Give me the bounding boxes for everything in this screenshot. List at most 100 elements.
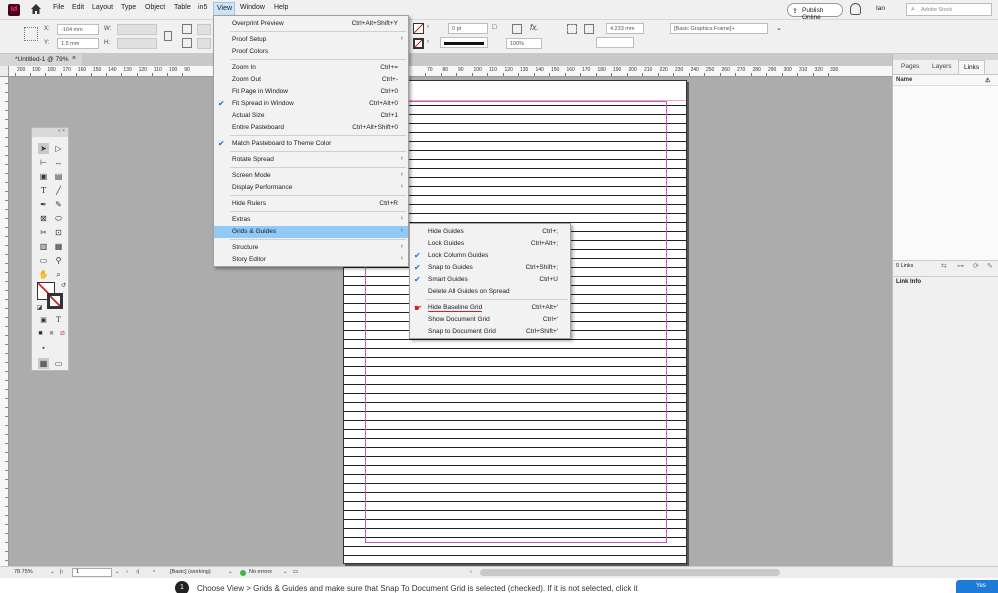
corner-options-icon[interactable] [567,24,577,34]
view-menu-item-overprint-preview[interactable]: Overprint Preview Ctrl+Alt+Shift+Y [214,18,408,30]
grids-menu-item-delete-all-guides-on-spread[interactable]: Delete All Guides on Spread [410,286,570,298]
tab-links[interactable]: Links [958,60,986,74]
gap-tool-icon[interactable]: ↔ [53,157,64,168]
grids-menu-item-snap-to-guides[interactable]: ✔ Snap to Guides Ctrl+Shift+; [410,262,570,274]
selection-tool-icon[interactable]: ➤ [38,143,49,154]
view-menu-item-screen-mode[interactable]: Screen Mode › [214,170,408,182]
view-menu-item-hide-rulers[interactable]: Hide Rulers Ctrl+R [214,198,408,210]
grids-menu-item-show-document-grid[interactable]: Show Document Grid Ctrl+' [410,314,570,326]
page-tool-icon[interactable]: ⊢ [38,157,49,168]
home-icon[interactable] [30,3,42,15]
scale-y-field[interactable] [197,38,211,49]
view-menu-item-story-editor[interactable]: Story Editor › [214,254,408,266]
menu-object[interactable]: Object [145,4,165,11]
reference-point-icon[interactable] [24,27,38,41]
direct-selection-tool-icon[interactable]: ▷ [53,143,64,154]
content-placer-icon[interactable]: ▤ [53,171,64,182]
grids-menu-item-hide-baseline-grid[interactable]: ☛ Hide Baseline Grid Ctrl+Alt+' [410,302,570,314]
stroke-dropdown-icon[interactable]: › [427,39,429,45]
ellipse-tool-icon[interactable]: ⬭ [53,213,64,224]
links-column-header[interactable]: Name ⚠ [893,74,998,86]
content-collector-icon[interactable]: ▣ [38,171,49,182]
y-field[interactable]: 1.5 mm [57,38,99,49]
line-tool-icon[interactable]: ╱ [53,185,64,196]
normal-view-icon[interactable]: ▦ [38,358,49,369]
width-field[interactable] [117,24,157,35]
stroke-type-select[interactable] [440,37,488,48]
gradient-feather-tool-icon[interactable]: ▦ [53,241,64,252]
hand-tool-icon[interactable]: ✋ [38,269,49,280]
page-dropdown-icon[interactable]: ⌄ [115,569,120,575]
menu-type[interactable]: Type [121,4,136,11]
grids-menu-item-smart-guides[interactable]: ✔ Smart Guides Ctrl+U [410,274,570,286]
frame-icon[interactable] [512,24,522,34]
view-menu-item-proof-setup[interactable]: Proof Setup › [214,34,408,46]
fill-dropdown-icon[interactable]: › [427,24,429,30]
view-menu-item-zoom-out[interactable]: Zoom Out Ctrl+- [214,74,408,86]
default-colors-icon[interactable]: ◪ [34,303,45,314]
pen-tool-icon[interactable]: ✒ [38,199,49,210]
view-menu-item-structure[interactable]: Structure › [214,242,408,254]
free-transform-tool-icon[interactable]: ⊡ [53,227,64,238]
corner-size-field[interactable]: 4.233 mm [606,23,644,34]
errors-dropdown-icon[interactable]: ⌄ [283,569,288,575]
view-menu-item-actual-size[interactable]: Actual Size Ctrl+1 [214,110,408,122]
adobe-stock-search[interactable]: ⌕ Adobe Stock [906,3,992,16]
eyedropper-tool-icon[interactable]: ⚲ [53,255,64,266]
view-menu-item-entire-pasteboard[interactable]: Entire Pasteboard Ctrl+Alt+Shift+0 [214,122,408,134]
view-menu-item-match-pasteboard-to-theme-color[interactable]: ✔ Match Pasteboard to Theme Color [214,138,408,150]
zoom-dropdown-icon[interactable]: ⌄ [50,569,55,575]
type-tool-icon[interactable]: T [38,185,49,196]
lightbulb-icon[interactable] [850,3,861,15]
menu-window[interactable]: Window [240,4,265,11]
horizontal-scrollbar[interactable] [480,569,780,576]
link-info-header[interactable]: Link Info [893,276,998,288]
stroke-swatch-icon[interactable] [413,38,424,49]
menu-table[interactable]: Table [174,4,191,11]
tab-layers[interactable]: Layers [927,60,957,74]
scale-x-icon[interactable] [182,24,192,34]
chevron-down-icon[interactable]: ⌄ [776,24,786,34]
next-page-icon[interactable]: › [126,569,128,575]
drop-shadow-icon[interactable]: □ [492,24,502,34]
apply-gradient-icon[interactable]: ■ [46,328,57,339]
ruler-origin[interactable] [0,66,9,77]
goto-link-icon[interactable]: ⊶ [957,262,964,270]
update-link-icon[interactable]: ⟳ [973,262,979,270]
fill-swatch-icon[interactable] [413,23,424,34]
screen-mode-icon[interactable]: ▪ [38,343,49,354]
view-menu-item-fit-spread-in-window[interactable]: ✔ Fit Spread in Window Ctrl+Alt+0 [214,98,408,110]
formatting-container-icon[interactable]: ▣ [38,315,49,326]
open-page-icon[interactable]: ◔ [152,569,155,575]
menu-layout[interactable]: Layout [92,4,113,11]
view-menu-item-rotate-spread[interactable]: Rotate Spread › [214,154,408,166]
scroll-left-icon[interactable]: ‹ [470,569,472,575]
menu-file[interactable]: File [53,4,64,11]
rectangle-frame-tool-icon[interactable]: ⊠ [38,213,49,224]
grids-menu-item-hide-guides[interactable]: Hide Guides Ctrl+; [410,226,570,238]
pencil-tool-icon[interactable]: ✎ [53,199,64,210]
scale-x-field[interactable] [197,24,211,35]
apply-none-icon[interactable]: ⧄ [57,328,68,339]
menu-edit[interactable]: Edit [72,4,84,11]
grids-menu-item-lock-guides[interactable]: Lock Guides Ctrl+Alt+; [410,238,570,250]
swap-colors-icon[interactable]: ↺ [58,281,69,292]
stroke-weight-field[interactable]: 0 pt [448,23,488,34]
view-menu-item-extras[interactable]: Extras › [214,214,408,226]
view-menu-item-grids-guides[interactable]: Grids & Guides › [214,226,408,238]
last-page-icon[interactable]: ›| [136,569,139,575]
view-menu-item-fit-page-in-window[interactable]: Fit Page in Window Ctrl+0 [214,86,408,98]
close-tab-icon[interactable]: × [72,55,76,62]
zoom-level[interactable]: 78.75% [14,569,33,575]
menu-help[interactable]: Help [274,4,288,11]
gradient-swatch-tool-icon[interactable]: ▥ [38,241,49,252]
menu-in5[interactable]: in5 [198,4,207,11]
note-tool-icon[interactable]: ▭ [38,255,49,266]
publish-online-button[interactable]: ⇪ Publish Online [787,3,843,21]
frame-fit-icon[interactable] [584,24,594,34]
profile-dropdown-icon[interactable]: ⌄ [228,569,233,575]
scale-y-icon[interactable] [182,38,192,48]
tab-pages[interactable]: Pages [896,60,924,74]
preflight-profile[interactable]: [Basic] (working) [170,569,211,575]
stroke-swatch-tool-icon[interactable] [47,293,63,309]
